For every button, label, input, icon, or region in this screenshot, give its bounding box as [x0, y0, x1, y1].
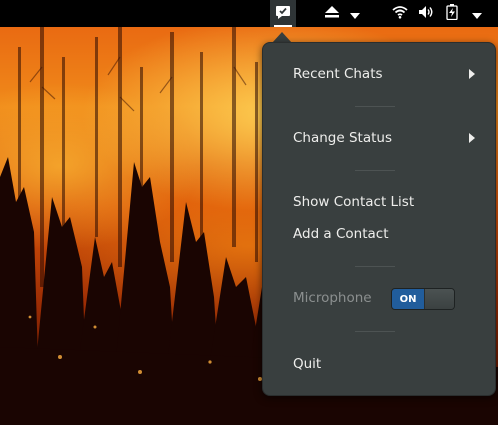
- eject-icon: [324, 4, 340, 23]
- removable-media-menu[interactable]: [320, 0, 364, 27]
- empathy-tray-button[interactable]: [270, 0, 296, 27]
- menu-item-change-status[interactable]: Change Status: [293, 127, 475, 149]
- quit-label: Quit: [293, 356, 322, 372]
- add-contact-label: Add a Contact: [293, 226, 389, 242]
- menu-separator: [355, 106, 395, 107]
- toggle-knob[interactable]: [424, 289, 454, 309]
- network-menu[interactable]: [390, 0, 410, 27]
- menu-item-quit[interactable]: Quit: [293, 353, 475, 375]
- menu-item-add-contact[interactable]: Add a Contact: [293, 223, 475, 245]
- volume-icon: [418, 4, 434, 23]
- show-contact-list-label: Show Contact List: [293, 194, 415, 210]
- empathy-chat-icon: [275, 4, 291, 24]
- menu-separator: [355, 170, 395, 171]
- menu-separator: [355, 331, 395, 332]
- top-panel: [0, 0, 498, 27]
- menu-item-recent-chats[interactable]: Recent Chats: [293, 63, 475, 85]
- submenu-arrow-icon: [469, 133, 475, 143]
- microphone-toggle-switch[interactable]: ON: [391, 288, 455, 310]
- volume-menu[interactable]: [416, 0, 436, 27]
- change-status-label: Change Status: [293, 130, 392, 146]
- chevron-down-icon: [350, 4, 360, 23]
- battery-menu[interactable]: [445, 0, 483, 27]
- menu-item-show-contact-list[interactable]: Show Contact List: [293, 191, 475, 213]
- toggle-on-label: ON: [392, 289, 424, 309]
- battery-charging-icon: [446, 3, 458, 24]
- submenu-arrow-icon: [469, 69, 475, 79]
- menu-separator: [355, 266, 395, 267]
- recent-chats-label: Recent Chats: [293, 66, 383, 82]
- network-wireless-icon: [392, 4, 408, 23]
- chevron-down-icon: [472, 4, 482, 23]
- empathy-popup-menu: Recent Chats Change Status Show Contact …: [262, 42, 496, 396]
